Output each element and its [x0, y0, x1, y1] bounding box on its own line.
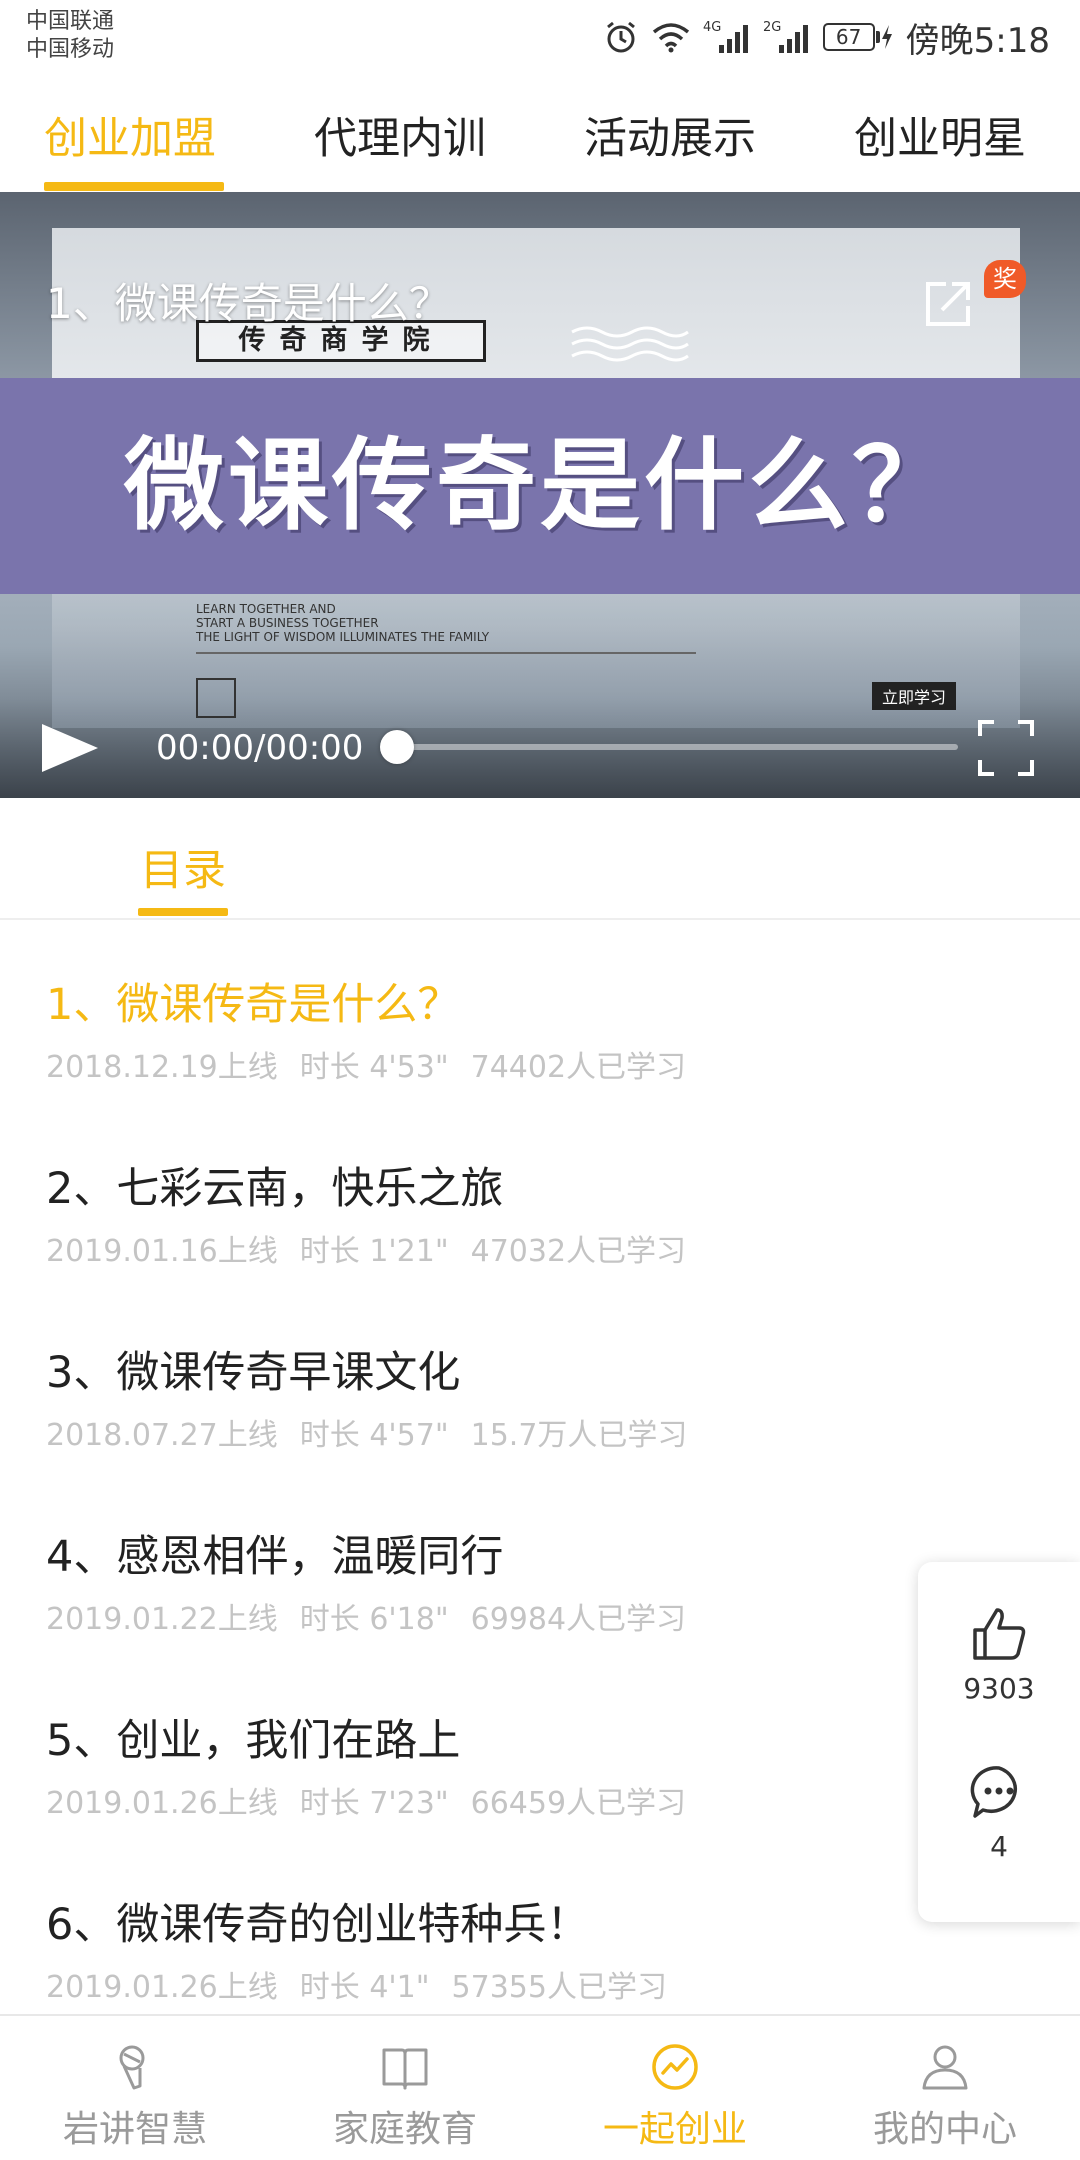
poster-divider — [196, 652, 696, 654]
course-duration: 时长 6'18" — [299, 1602, 449, 1637]
network-4g-label: 4G — [703, 20, 721, 35]
course-duration: 时长 4'1" — [299, 1970, 430, 2005]
poster-tagline: LEARN TOGETHER AND START A BUSINESS TOGE… — [196, 602, 490, 644]
list-item[interactable]: 3、微课传奇早课文化 2018.07.27上线 时长 4'57" 15.7万人已学习 — [0, 1288, 1080, 1472]
battery-level: 67 — [822, 23, 875, 51]
course-title: 3、微课传奇早课文化 — [46, 1348, 461, 1398]
course-meta: 2018.12.19上线 时长 4'53" 74402人已学习 — [46, 1042, 708, 1086]
video-player[interactable]: 传奇商学院 微课传奇是什么？ LEARN TOGETHER AND START … — [0, 192, 1080, 798]
course-title: 1、微课传奇是什么？ — [46, 980, 461, 1030]
course-duration: 时长 1'21" — [299, 1234, 449, 1269]
trend-icon — [652, 2044, 698, 2090]
course-duration: 时长 7'23" — [299, 1786, 449, 1821]
playback-time: 00:00/00:00 — [156, 728, 364, 768]
tab-catalog[interactable]: 目录 — [140, 836, 226, 898]
nav-label: 一起创业 — [602, 2109, 747, 2150]
nav-item-yanjiang-zhihui[interactable]: 岩讲智慧 — [0, 2016, 270, 2160]
signal-2g-icon: 2G — [763, 19, 811, 55]
course-meta: 2018.07.27上线 时长 4'57" 15.7万人已学习 — [46, 1410, 709, 1454]
nav-item-jiating-jiaoyu[interactable]: 家庭教育 — [270, 2016, 540, 2160]
course-meta: 2019.01.26上线 时长 4'1" 57355人已学习 — [46, 1962, 689, 2006]
list-item[interactable]: 2、七彩云南，快乐之旅 2019.01.16上线 时长 1'21" 47032人已学… — [0, 1104, 1080, 1288]
course-date: 2019.01.16上线 — [46, 1234, 278, 1269]
carrier-info: 中国联通 中国移动 — [26, 8, 114, 64]
course-title: 4、感恩相伴，温暖同行 — [46, 1532, 504, 1582]
progress-thumb[interactable] — [380, 730, 414, 764]
catalog-tab-bar: 目录 — [0, 798, 1080, 920]
like-button[interactable]: 9303 — [918, 1604, 1080, 1705]
course-meta: 2019.01.22上线 时长 6'18" 69984人已学习 — [46, 1594, 708, 1638]
clock: 傍晚5:18 — [905, 20, 1050, 61]
course-date: 2018.12.19上线 — [46, 1050, 278, 1085]
network-2g-label: 2G — [763, 20, 781, 35]
course-learners: 66459人已学习 — [470, 1786, 687, 1821]
comment-button[interactable]: 4 — [918, 1762, 1080, 1863]
nav-label: 家庭教育 — [332, 2109, 477, 2150]
course-date: 2019.01.22上线 — [46, 1602, 278, 1637]
comment-count: 4 — [990, 1830, 1008, 1863]
progress-track[interactable] — [398, 744, 958, 750]
person-icon — [922, 2045, 968, 2090]
share-icon — [926, 282, 970, 326]
tab-huodong-zhanshi[interactable]: 活动展示 — [584, 104, 756, 166]
battery-icon: 67 — [822, 23, 894, 51]
video-controls: 00:00/00:00 — [0, 698, 1080, 798]
status-icons: 4G 2G 67 傍晚5:18 — [603, 10, 1050, 64]
charging-icon — [881, 25, 892, 49]
play-icon — [42, 724, 98, 772]
alarm-icon — [603, 19, 639, 55]
course-title: 2、七彩云南，快乐之旅 — [46, 1164, 504, 1214]
nav-item-wode-zhongxin[interactable]: 我的中心 — [810, 2016, 1080, 2160]
course-meta: 2019.01.16上线 时长 1'21" 47032人已学习 — [46, 1226, 708, 1270]
tab-daili-neixun[interactable]: 代理内训 — [314, 104, 486, 166]
course-learners: 47032人已学习 — [470, 1234, 687, 1269]
list-item[interactable]: 1、微课传奇是什么？ 2018.12.19上线 时长 4'53" 74402人已学习 — [0, 920, 1080, 1104]
play-button[interactable] — [38, 720, 102, 780]
status-bar: 中国联通 中国移动 4G 2G 67 傍晚5:18 — [0, 0, 1080, 76]
nav-label: 岩讲智慧 — [62, 2109, 207, 2150]
course-meta: 2019.01.26上线 时长 7'23" 66459人已学习 — [46, 1778, 708, 1822]
award-badge: 奖 — [984, 260, 1026, 298]
top-tab-bar: 创业加盟 代理内训 活动展示 创业明星 — [0, 76, 1080, 192]
nav-item-yiqi-chuangye[interactable]: 一起创业 — [540, 2016, 810, 2160]
waves-icon — [571, 326, 689, 362]
catalog-tab-indicator — [138, 908, 228, 916]
fullscreen-icon — [978, 720, 1034, 776]
like-count: 9303 — [963, 1672, 1035, 1705]
carrier-2: 中国移动 — [26, 37, 115, 62]
course-title: 5、创业，我们在路上 — [46, 1716, 461, 1766]
course-date: 2019.01.26上线 — [46, 1786, 278, 1821]
course-date: 2018.07.27上线 — [46, 1418, 278, 1453]
course-date: 2019.01.26上线 — [46, 1970, 278, 2005]
share-button[interactable] — [920, 276, 976, 332]
carrier-1: 中国联通 — [26, 9, 115, 34]
microphone-icon — [119, 2045, 145, 2090]
wifi-icon — [651, 20, 691, 54]
bottom-nav: 岩讲智慧 家庭教育 一起创业 我的中心 — [0, 2014, 1080, 2160]
video-title: 1、微课传奇是什么？ — [46, 279, 451, 328]
nav-label: 我的中心 — [872, 2109, 1017, 2150]
signal-4g-icon: 4G — [703, 19, 751, 55]
course-duration: 时长 4'57" — [299, 1418, 449, 1453]
tab-chuangye-jiameng[interactable]: 创业加盟 — [44, 104, 216, 166]
comment-icon — [970, 1766, 1017, 1818]
thumbs-up-icon — [973, 1608, 1026, 1660]
active-tab-indicator — [44, 182, 224, 191]
poster-title: 微课传奇是什么？ — [124, 427, 956, 544]
course-learners: 69984人已学习 — [470, 1602, 687, 1637]
tab-chuangye-mingxing[interactable]: 创业明星 — [854, 104, 1026, 166]
course-title: 6、微课传奇的创业特种兵！ — [46, 1900, 590, 1950]
course-learners: 74402人已学习 — [470, 1050, 687, 1085]
side-action-panel: 9303 4 — [918, 1562, 1080, 1922]
book-icon — [382, 2048, 428, 2090]
fullscreen-button[interactable] — [976, 718, 1036, 778]
course-learners: 57355人已学习 — [451, 1970, 667, 2005]
course-learners: 15.7万人已学习 — [470, 1418, 688, 1453]
course-duration: 时长 4'53" — [299, 1050, 449, 1085]
